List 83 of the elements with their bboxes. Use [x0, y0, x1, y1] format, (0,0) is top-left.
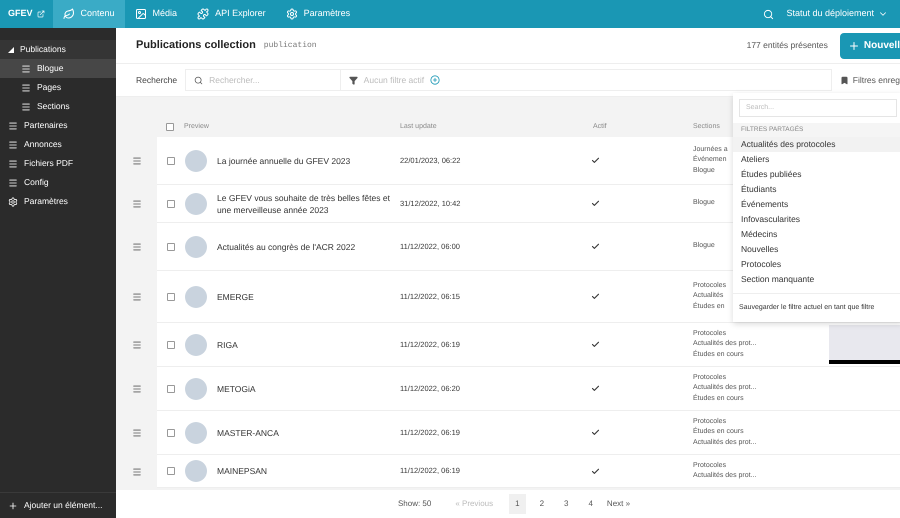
row-checkbox[interactable]: [167, 428, 175, 436]
sidebar-item[interactable]: Blogue: [0, 59, 116, 78]
drag-handle-icon[interactable]: [132, 384, 142, 394]
entity-count: 177 entités présentes: [746, 39, 828, 52]
page-size[interactable]: Show: 50: [398, 498, 432, 510]
drag-handle-icon[interactable]: [132, 242, 142, 252]
row-checkbox[interactable]: [167, 340, 175, 348]
list-icon: [21, 82, 31, 92]
plus-icon: [8, 500, 18, 510]
list-icon: [21, 64, 31, 74]
thumbnail-placeholder: [185, 378, 207, 400]
saved-filters-button[interactable]: Filtres enreg: [840, 74, 900, 86]
thumbnail-placeholder: [185, 422, 207, 444]
drag-handle-icon[interactable]: [132, 340, 142, 350]
sidebar-item[interactable]: Fichiers PDF: [0, 154, 116, 173]
leaf-icon: [62, 8, 75, 20]
publication-title: MASTER-ANCA: [217, 426, 280, 438]
filter-option[interactable]: Nouvelles: [733, 242, 900, 257]
list-icon: [8, 178, 18, 188]
external-link-icon: [36, 10, 45, 18]
list-icon: [21, 102, 31, 112]
sidebar-item[interactable]: Pages: [0, 78, 116, 97]
search-icon[interactable]: [763, 8, 774, 20]
thumbnail-placeholder: [185, 192, 207, 214]
sidebar-item[interactable]: Paramètres: [0, 192, 116, 211]
sidebar-item[interactable]: Annonces: [0, 135, 116, 154]
row-checkbox[interactable]: [167, 200, 175, 208]
filter-option[interactable]: Protocoles: [733, 257, 900, 272]
list-icon: [8, 140, 18, 150]
sidebar-item[interactable]: Sections: [0, 97, 116, 116]
filter-option[interactable]: Actualités des protocoles: [733, 137, 900, 152]
puzzle-icon: [197, 8, 210, 20]
thumbnail-placeholder: [185, 460, 207, 482]
row-checkbox[interactable]: [167, 467, 175, 475]
sidebar-item[interactable]: Partenaires: [0, 116, 116, 135]
page-button[interactable]: 3: [558, 494, 574, 514]
drag-handle-icon[interactable]: [132, 428, 142, 438]
drag-handle-icon[interactable]: [132, 292, 142, 302]
filter-option[interactable]: Médecins: [733, 227, 900, 242]
page-button[interactable]: 1: [509, 494, 526, 514]
settings-icon: [286, 8, 298, 20]
sidebar-item[interactable]: Publications: [0, 40, 116, 59]
publication-title: Le GFEV vous souhaite de très belles fêtes et une merveilleuse année 2023: [217, 192, 391, 216]
next-link[interactable]: Next »: [606, 498, 630, 510]
collection-slug: publication: [264, 40, 317, 52]
bookmark-icon: [840, 76, 849, 84]
row-checkbox[interactable]: [167, 156, 175, 164]
publication-title: MAINEPSAN: [217, 465, 268, 477]
filter-option[interactable]: Section manquante: [733, 272, 900, 287]
publication-title: RIGA: [217, 338, 239, 350]
image-icon: [134, 8, 147, 20]
search-icon: [194, 76, 204, 84]
drag-handle-icon[interactable]: [132, 199, 142, 209]
add-filter-icon[interactable]: [430, 75, 440, 85]
collection-title: Publications collection: [136, 38, 256, 54]
filter-option[interactable]: Étudiants: [733, 182, 900, 197]
row-checkbox[interactable]: [167, 292, 175, 300]
page-button[interactable]: 2: [534, 494, 550, 514]
publication-title: Actualités au congrès de l'ACR 2022: [217, 240, 356, 252]
triangle-icon: [8, 46, 14, 52]
sidebar-item[interactable]: Config: [0, 173, 116, 192]
publication-title: METOGiA: [217, 382, 257, 394]
thumbnail-placeholder: [185, 236, 207, 258]
publication-title: EMERGE: [217, 290, 255, 302]
filter-option[interactable]: Ateliers: [733, 152, 900, 167]
list-icon: [8, 120, 18, 130]
list-icon: [8, 158, 18, 168]
thumbnail-placeholder: [185, 150, 207, 172]
thumbnail-placeholder: [185, 334, 207, 356]
drag-handle-icon[interactable]: [132, 466, 142, 476]
drag-handle-icon[interactable]: [132, 156, 142, 166]
row-checkbox[interactable]: [167, 242, 175, 250]
select-all-checkbox[interactable]: [166, 123, 174, 131]
row-checkbox[interactable]: [167, 384, 175, 392]
plus-icon: [848, 40, 860, 52]
filter-option[interactable]: Événements: [733, 197, 900, 212]
thumbnail-placeholder: [185, 286, 207, 308]
page-button[interactable]: 4: [582, 494, 599, 514]
filter-option[interactable]: Études publiées: [733, 167, 900, 182]
filter-icon: [348, 76, 358, 84]
publication-title: La journée annuelle du GFEV 2023: [217, 154, 352, 166]
search-label: Recherche: [136, 74, 178, 86]
settings-icon: [8, 196, 18, 206]
